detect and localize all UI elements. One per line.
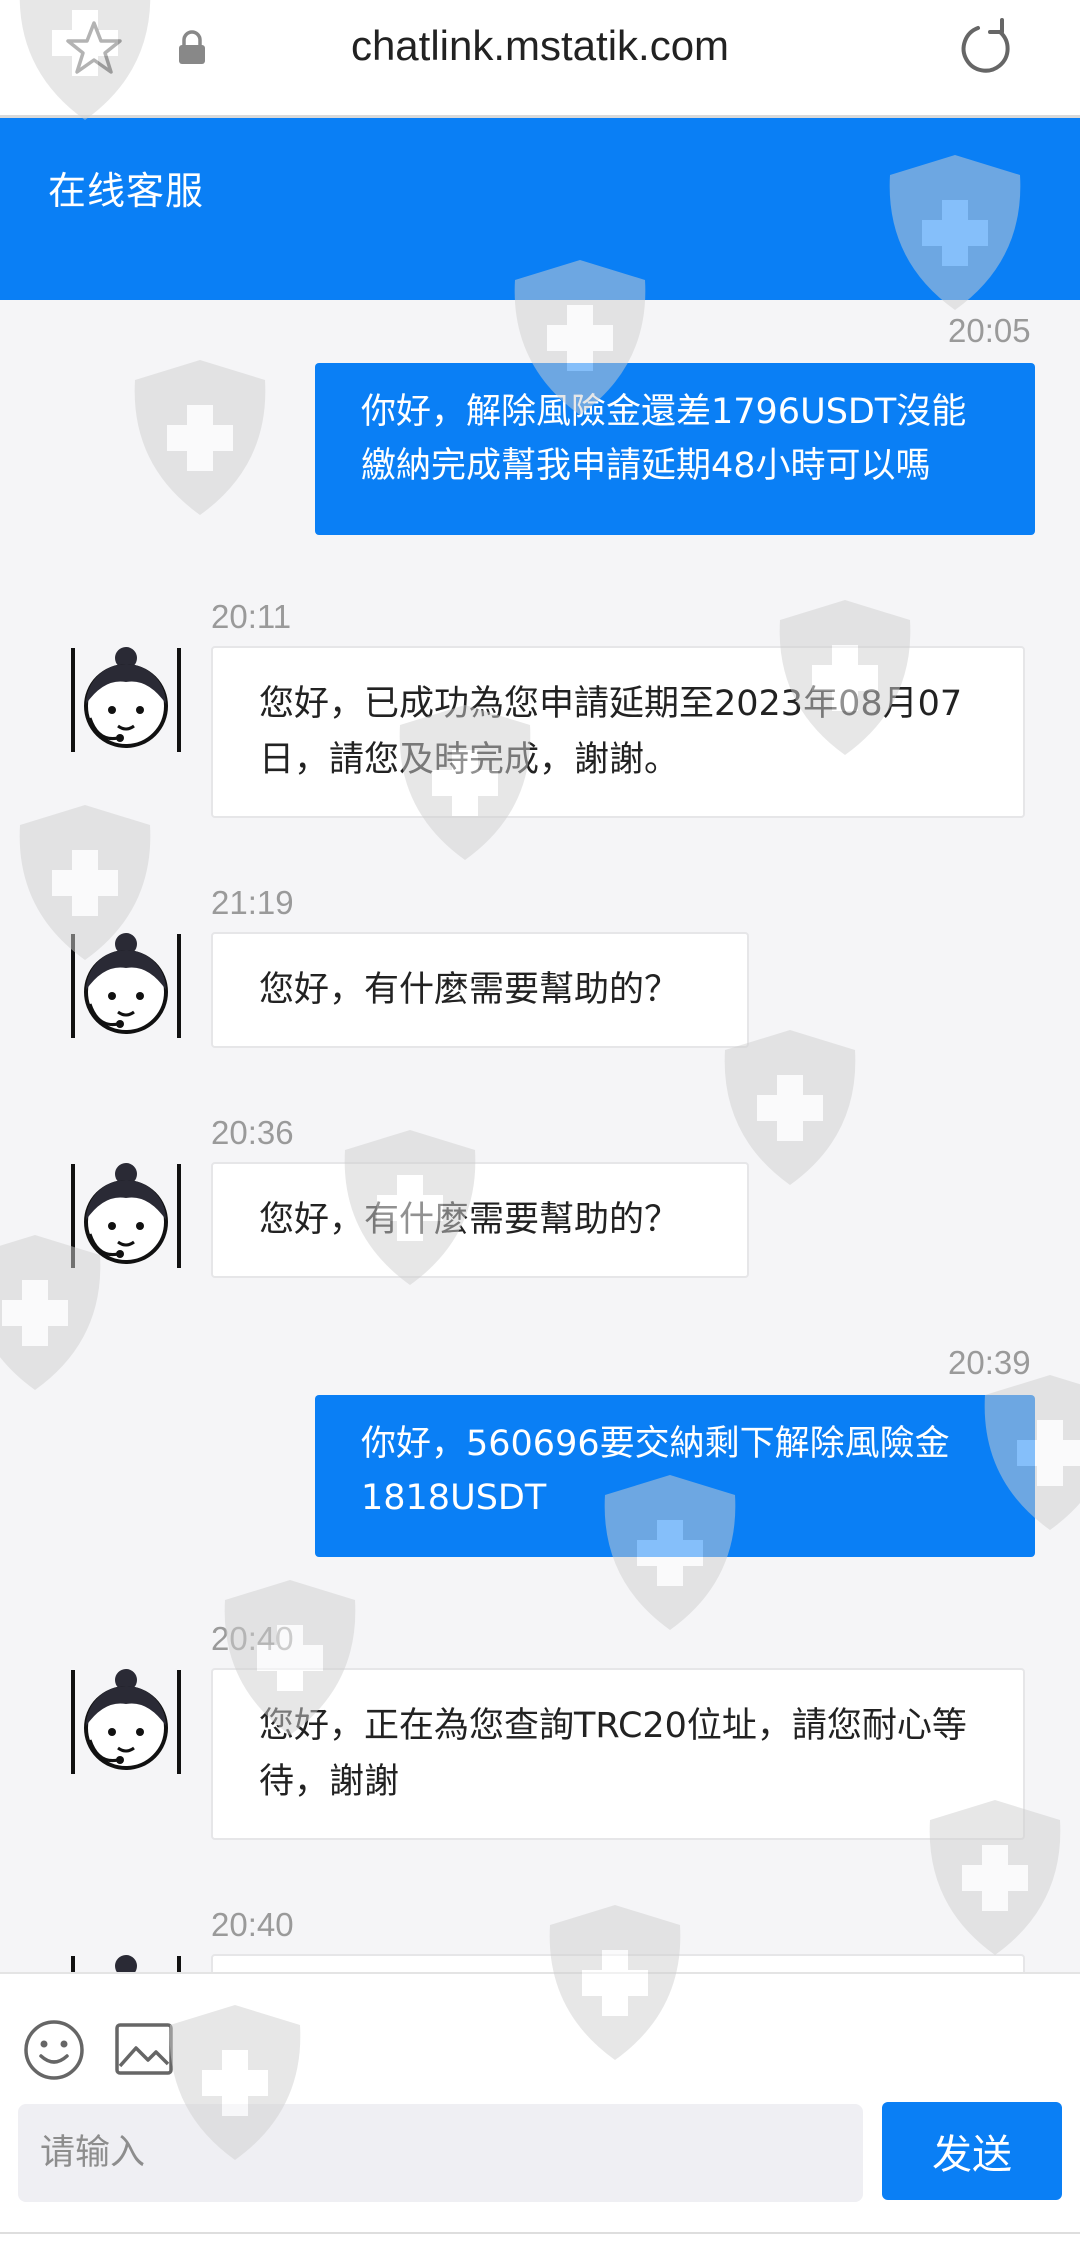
image-icon[interactable]	[114, 2020, 174, 2078]
divider	[0, 2232, 1080, 2234]
agent-avatar-icon	[71, 1669, 181, 1774]
message-time: 20:05	[948, 312, 1031, 349]
message-bubble-incoming: 您好，有什麼需要幫助的？	[211, 1162, 749, 1278]
browser-address-bar: chatlink.mstatik.com	[0, 0, 1080, 118]
message-time: 20:40	[211, 1906, 294, 1943]
message-list[interactable]: 20:05 你好，解除風險金還差1796USDT沒能繳納完成幫我申請延期48小時…	[0, 300, 1080, 1972]
message-bubble-outgoing: 你好，560696要交納剩下解除風險金1818USDT	[315, 1395, 1035, 1557]
send-button[interactable]: 发送	[882, 2102, 1062, 2200]
message-time: 20:36	[211, 1114, 294, 1151]
message-time: 20:11	[211, 598, 292, 635]
message-bubble-outgoing: 你好，解除風險金還差1796USDT沒能繳納完成幫我申請延期48小時可以嗎	[315, 363, 1035, 535]
reload-icon[interactable]	[956, 18, 1016, 78]
url-text[interactable]: chatlink.mstatik.com	[0, 22, 1080, 70]
agent-avatar-icon	[71, 647, 181, 752]
emoji-icon[interactable]	[22, 2018, 86, 2082]
agent-avatar-icon	[71, 933, 181, 1038]
message-input[interactable]	[18, 2104, 863, 2202]
message-time: 21:19	[211, 884, 294, 921]
message-bubble-incoming	[211, 1954, 1025, 1972]
chat-header: 在线客服	[0, 118, 1080, 300]
message-time: 20:40	[211, 1620, 294, 1657]
message-time: 20:39	[948, 1344, 1031, 1381]
message-composer: 发送	[0, 1972, 1080, 2249]
message-bubble-incoming: 您好，有什麼需要幫助的？	[211, 932, 749, 1048]
agent-avatar-icon	[71, 1955, 181, 1972]
chat-title: 在线客服	[48, 169, 205, 213]
message-bubble-incoming: 您好，已成功為您申請延期至2023年08月07日，請您及時完成，謝謝。	[211, 646, 1025, 818]
agent-avatar-icon	[71, 1163, 181, 1268]
message-bubble-incoming: 您好，正在為您查詢TRC20位址，請您耐心等待，謝謝	[211, 1668, 1025, 1840]
